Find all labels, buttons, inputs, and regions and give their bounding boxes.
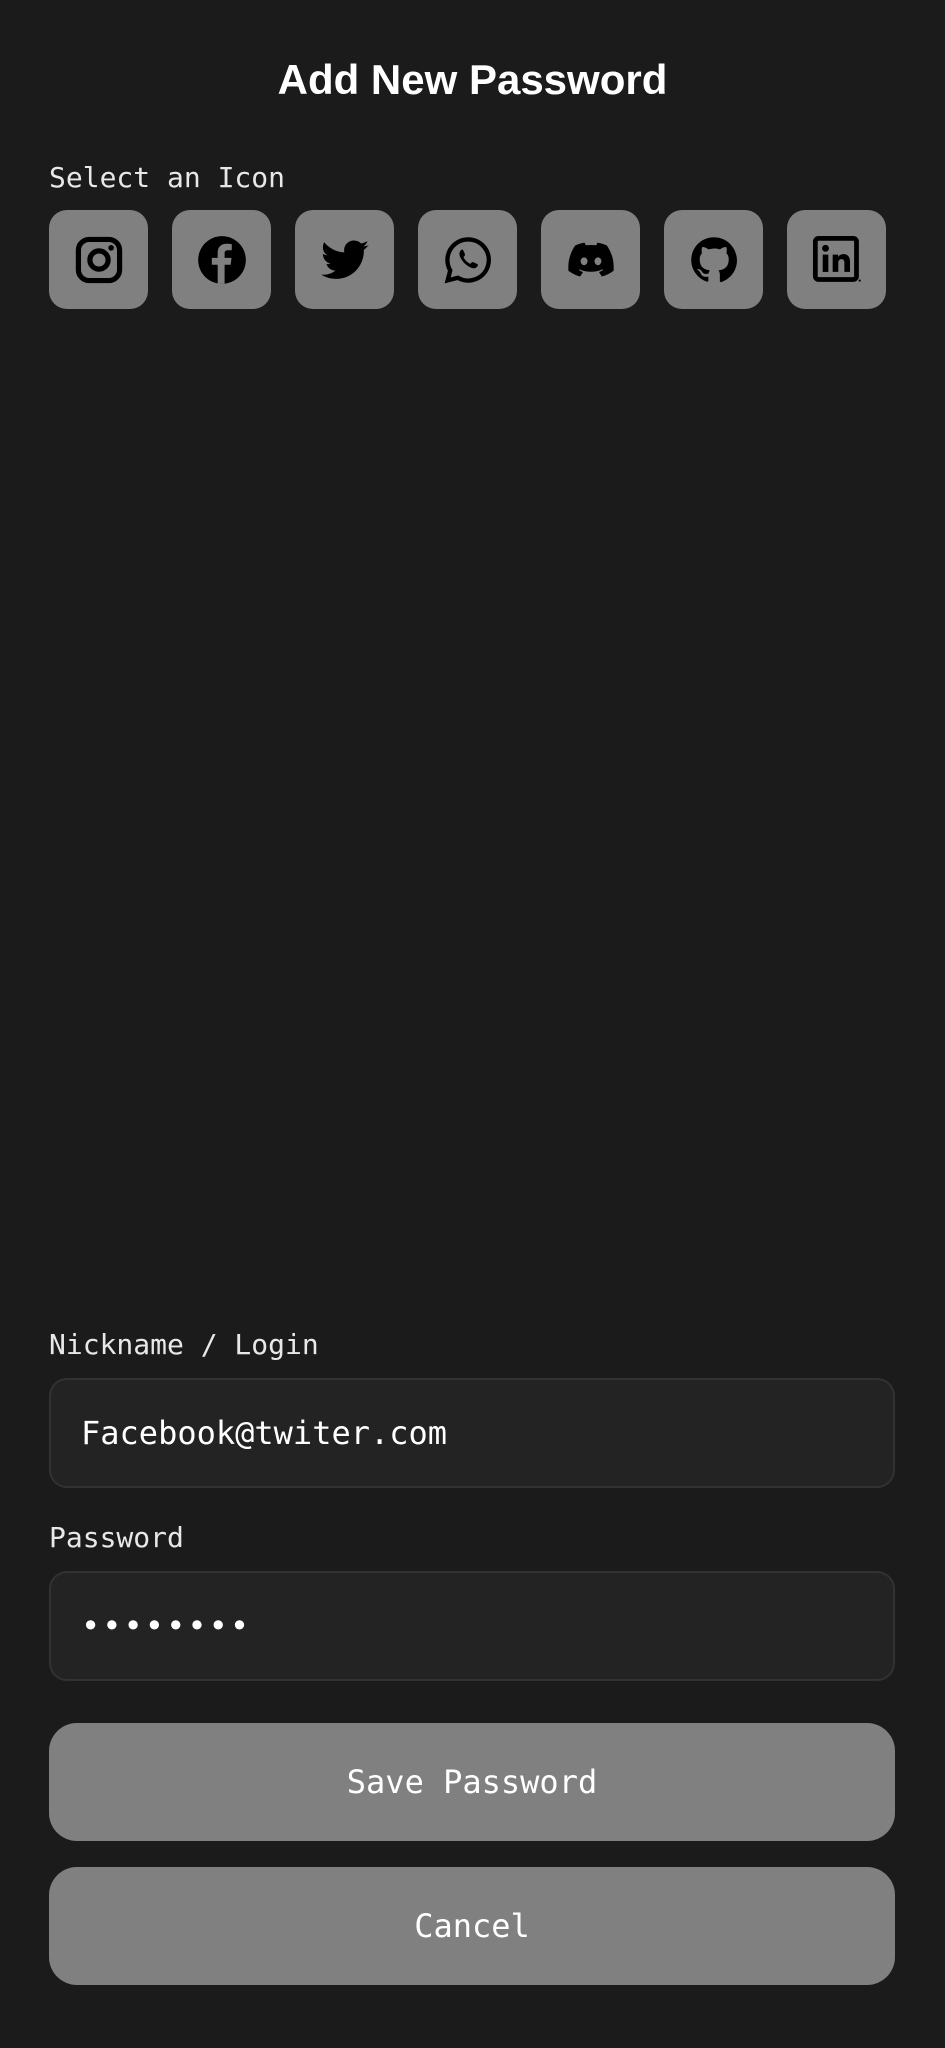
nickname-label: Nickname / Login <box>49 1328 319 1361</box>
icon-option-linkedin[interactable] <box>787 210 886 309</box>
cancel-button[interactable]: Cancel <box>49 1867 895 1985</box>
instagram-icon <box>75 236 122 283</box>
password-value: •••••••• <box>81 1607 252 1645</box>
icon-option-whatsapp[interactable] <box>418 210 517 309</box>
icon-option-instagram[interactable] <box>49 210 148 309</box>
nickname-value: Facebook@twiter.com <box>81 1414 448 1452</box>
nickname-field[interactable]: Facebook@twiter.com <box>49 1378 895 1488</box>
save-password-button[interactable]: Save Password <box>49 1723 895 1841</box>
icon-section-label: Select an Icon <box>49 161 286 194</box>
password-label: Password <box>49 1521 184 1554</box>
facebook-icon <box>197 235 246 284</box>
icon-option-twitter[interactable] <box>295 210 394 309</box>
twitter-icon <box>320 240 369 279</box>
whatsapp-icon <box>444 236 491 283</box>
icon-option-github[interactable] <box>664 210 763 309</box>
github-icon <box>690 236 737 282</box>
icon-picker <box>49 210 886 309</box>
password-field[interactable]: •••••••• <box>49 1571 895 1681</box>
icon-option-discord[interactable] <box>541 210 640 309</box>
icon-option-facebook[interactable] <box>172 210 271 309</box>
page-title: Add New Password <box>277 56 668 103</box>
discord-icon <box>567 242 614 276</box>
linkedin-icon <box>812 235 861 282</box>
